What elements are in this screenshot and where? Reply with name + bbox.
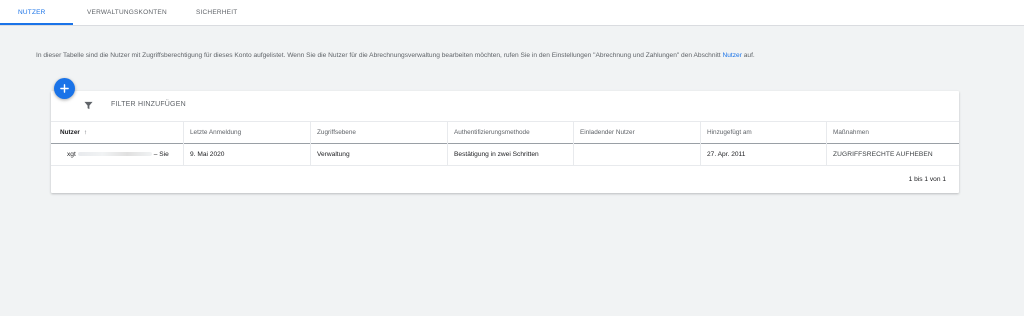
filter-icon[interactable] <box>84 101 93 110</box>
pagination-label: 1 bis 1 von 1 <box>908 176 946 183</box>
add-filter-button[interactable]: FILTER HINZUFÜGEN <box>111 101 186 108</box>
column-header-massnahmen: Maßnahmen <box>833 129 869 136</box>
table-header: Nutzer ↑ Letzte Anmeldung Zugriffsebene A… <box>51 121 959 144</box>
tab-verwaltungskonten[interactable]: VERWALTUNGSKONTEN <box>87 0 167 26</box>
tab-sicherheit[interactable]: SICHERHEIT <box>196 0 237 26</box>
intro-body: In dieser Tabelle sind die Nutzer mit Zu… <box>36 52 721 59</box>
column-header-label: Nutzer <box>60 129 80 136</box>
plus-icon <box>60 84 69 93</box>
cell-access-level: Verwaltung <box>311 144 448 165</box>
column-header-letzte-anmeldung[interactable]: Letzte Anmeldung <box>184 122 311 144</box>
user-name-prefix: xgt <box>67 151 76 158</box>
redacted-name <box>77 151 152 156</box>
intro-suffix: auf. <box>743 52 755 59</box>
column-header-nutzer[interactable]: Nutzer ↑ <box>51 122 184 144</box>
cell-user: xgt – Sie <box>51 144 184 165</box>
column-header-authentifizierungsmethode[interactable]: Authentifizierungsmethode <box>448 122 574 144</box>
revoke-access-button[interactable]: ZUGRIFFSRECHTE AUFHEBEN <box>827 144 959 165</box>
cell-last-login: 9. Mai 2020 <box>184 144 311 165</box>
user-you-label: – Sie <box>153 151 169 158</box>
tab-bar: NUTZER VERWALTUNGSKONTEN SICHERHEIT <box>0 0 1024 26</box>
column-header-hinzugefuegt-am[interactable]: Hinzugefügt am <box>701 122 827 144</box>
column-header-zugriffsebene[interactable]: Zugriffsebene <box>311 122 448 144</box>
intro-text: In dieser Tabelle sind die Nutzer mit Zu… <box>36 52 755 59</box>
table-row: xgt – Sie 9. Mai 2020 Verwaltung Bestätig… <box>51 144 959 166</box>
nutzer-link[interactable]: Nutzer <box>722 52 741 59</box>
cell-inviter <box>574 144 701 165</box>
cell-added-date: 27. Apr. 2011 <box>701 144 827 165</box>
active-tab-indicator <box>0 23 73 25</box>
column-header-einladender-nutzer[interactable]: Einladender Nutzer <box>574 122 701 144</box>
add-user-button[interactable] <box>54 78 75 99</box>
cell-auth-method: Bestätigung in zwei Schritten <box>448 144 574 165</box>
arrow-up-icon[interactable]: ↑ <box>84 129 87 136</box>
